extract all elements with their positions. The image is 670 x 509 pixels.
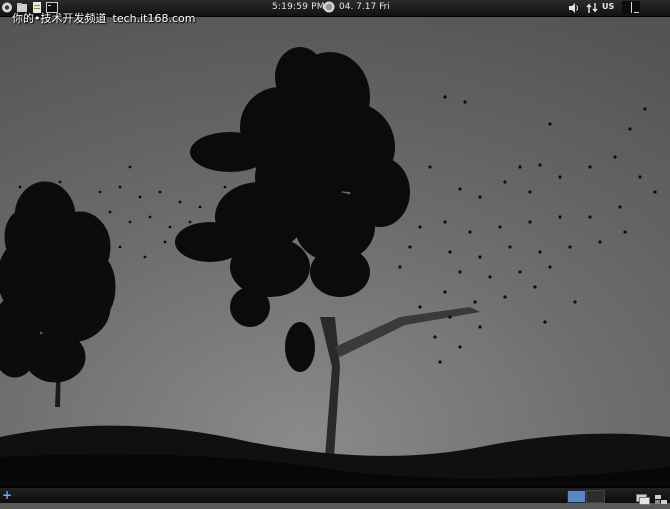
workspace-2[interactable] (586, 490, 605, 503)
desktop-wallpaper (0, 17, 670, 487)
calendar-icon[interactable] (323, 1, 335, 13)
cpu-meter-icon[interactable] (622, 1, 640, 14)
watermark-url: tech.it168.com (112, 12, 196, 25)
workspace-1[interactable] (567, 490, 586, 503)
volume-icon[interactable] (568, 2, 580, 14)
bottom-panel: + (0, 487, 670, 505)
date[interactable]: 04. 7.17 Fri (339, 2, 390, 12)
window-list-icon[interactable] (654, 490, 668, 504)
watermark-site-name: 你的•技术开发频道 (12, 12, 107, 25)
network-icon[interactable] (586, 2, 598, 14)
add-icon[interactable]: + (2, 489, 12, 501)
clock[interactable]: 5:19:59 PM (272, 2, 325, 12)
show-desktop-icon[interactable] (636, 490, 650, 505)
watermark: 你的•技术开发频道 tech.it168.com (12, 10, 195, 26)
keyboard-layout-indicator[interactable]: US (602, 2, 614, 11)
